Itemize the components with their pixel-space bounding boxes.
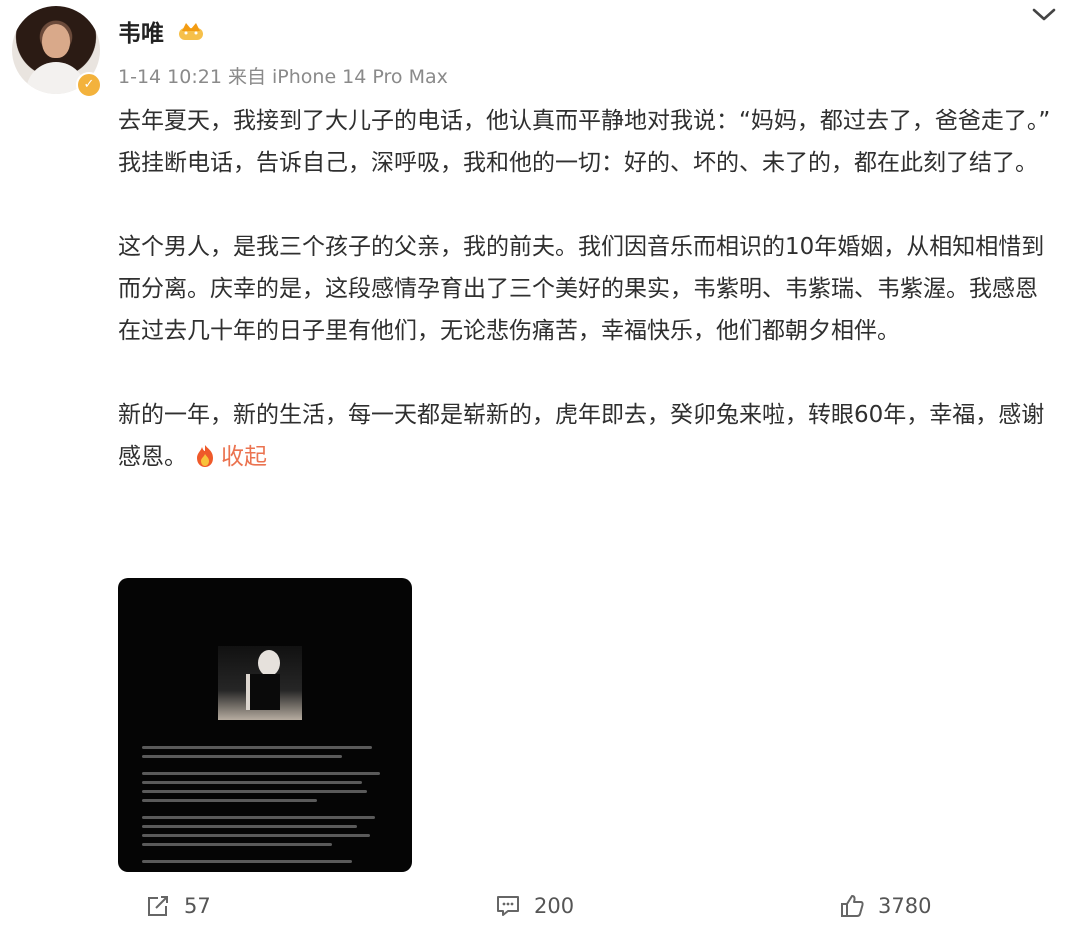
username[interactable]: 韦唯 bbox=[118, 14, 164, 48]
repost-icon bbox=[148, 896, 168, 916]
portrait-suit bbox=[246, 674, 280, 710]
like-count: 3780 bbox=[878, 894, 932, 918]
post-meta: 1-14 10:21 来自 iPhone 14 Pro Max bbox=[118, 66, 448, 88]
crown-badge-icon bbox=[179, 23, 203, 40]
action-bar: 57 200 3780 bbox=[0, 886, 1080, 930]
post-paragraph: 去年夏天，我接到了大儿子的电话，他认真而平静地对我说：“妈妈，都过去了，爸爸走了… bbox=[118, 108, 1051, 176]
verified-badge-icon: ✓ bbox=[76, 72, 102, 98]
fire-emoji-icon bbox=[197, 445, 213, 467]
comment-icon bbox=[497, 896, 519, 916]
image-text-lines bbox=[142, 746, 392, 869]
comment-count: 200 bbox=[534, 894, 575, 918]
repost-button[interactable]: 57 bbox=[144, 892, 211, 920]
image-portrait bbox=[218, 646, 302, 720]
post-paragraph: 这个男人，是我三个孩子的父亲，我的前夫。我们因音乐而相识的10年婚姻，从相知相惜… bbox=[118, 234, 1045, 344]
like-button[interactable]: 3780 bbox=[838, 892, 931, 920]
chevron-down-icon[interactable] bbox=[1030, 6, 1058, 24]
portrait-head bbox=[258, 650, 280, 676]
repost-count: 57 bbox=[184, 894, 211, 918]
avatar-face bbox=[42, 24, 70, 58]
post-image[interactable] bbox=[118, 578, 412, 872]
post-paragraph: 新的一年，新的生活，每一天都是崭新的，虎年即去，癸卯兔来啦，转眼60年，幸福，感… bbox=[118, 394, 1058, 478]
image-caption-graphic bbox=[178, 602, 358, 616]
thumbs-up-icon bbox=[841, 895, 864, 917]
post-body: 去年夏天，我接到了大儿子的电话，他认真而平静地对我说：“妈妈，都过去了，爸爸走了… bbox=[118, 100, 1058, 478]
collapse-link[interactable]: 收起 bbox=[221, 444, 267, 470]
comment-button[interactable]: 200 bbox=[494, 892, 574, 920]
